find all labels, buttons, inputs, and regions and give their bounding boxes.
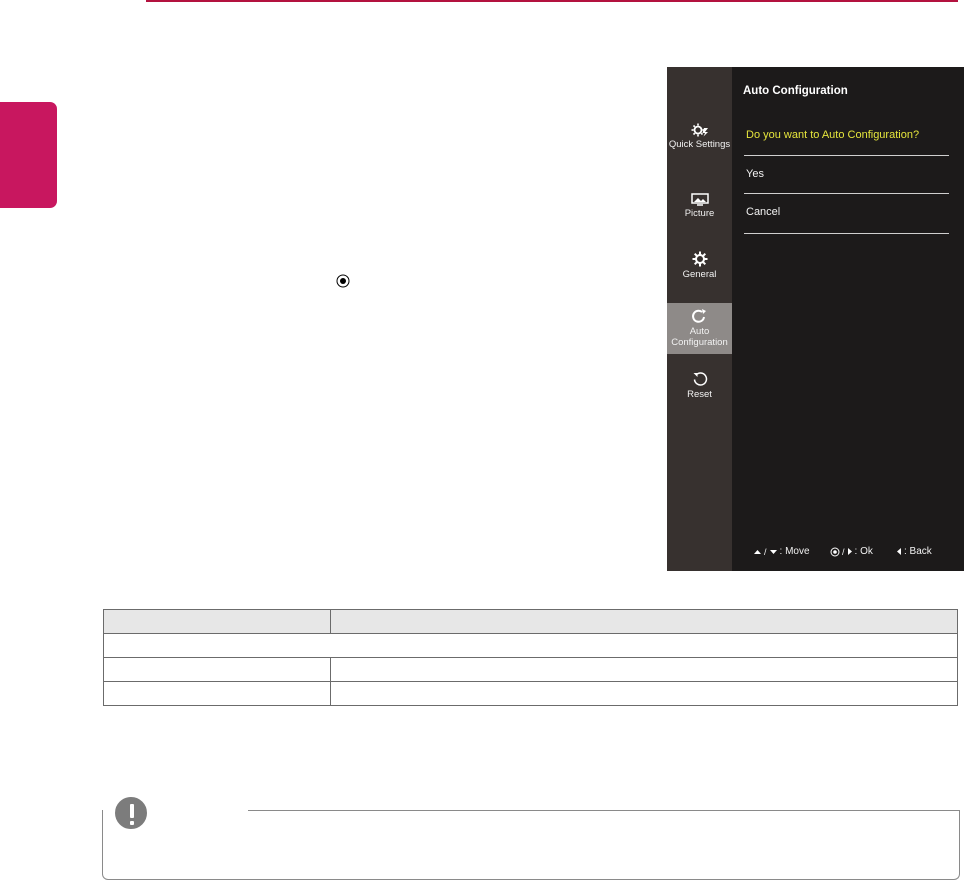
sidebar-item-picture[interactable]: Picture [667, 193, 732, 227]
ok-button-icon [830, 547, 840, 556]
exclamation-note-icon [113, 795, 149, 831]
right-arrow-icon [847, 548, 852, 555]
osd-panel: Auto Configuration Do you want to Auto C… [732, 67, 964, 571]
footer-back: : Back [896, 546, 932, 557]
osd-question: Do you want to Auto Configuration? [746, 129, 920, 141]
table-row [103, 657, 958, 682]
sidebar-item-label: Reset [687, 389, 712, 400]
osd-footer: / : Move / : Ok : Back [732, 546, 964, 560]
picture-icon [690, 193, 709, 206]
footer-move-label: : Move [779, 546, 810, 557]
osd-title: Auto Configuration [743, 85, 848, 97]
table-cell [330, 681, 958, 706]
section-tab [0, 102, 57, 208]
osd-divider [744, 233, 949, 234]
table-row [103, 633, 958, 658]
osd-sidebar: Quick Settings Picture General Auto Conf… [667, 67, 732, 571]
table-cell [103, 681, 331, 706]
sidebar-item-label: Picture [684, 208, 715, 219]
table-cell [103, 633, 958, 658]
quick-settings-icon [691, 123, 708, 137]
sidebar-item-label: General [682, 269, 717, 280]
settings-table [103, 609, 958, 706]
table-row [103, 681, 958, 706]
footer-back-label: : Back [904, 546, 932, 557]
left-arrow-icon [897, 548, 901, 555]
sidebar-item-label: Quick Settings [668, 139, 731, 150]
table-cell [330, 657, 958, 682]
osd-option-yes[interactable]: Yes [746, 168, 764, 180]
sidebar-item-reset[interactable]: Reset [667, 371, 732, 407]
table-header-row [103, 609, 958, 634]
table-header-cell [330, 609, 958, 634]
table-header-cell [103, 609, 331, 634]
osd-menu: Quick Settings Picture General Auto Conf… [667, 67, 964, 571]
note-top-rule [248, 810, 959, 811]
up-arrow-icon [754, 549, 761, 554]
sidebar-item-general[interactable]: General [667, 251, 732, 287]
ok-joystick-icon [336, 274, 350, 288]
gear-icon [692, 251, 707, 267]
sidebar-item-label: Auto Configuration [671, 326, 728, 348]
note-box [102, 810, 960, 880]
osd-divider [744, 155, 949, 156]
osd-divider [744, 193, 949, 194]
footer-ok-label: : Ok [854, 546, 873, 557]
top-rule [146, 0, 958, 2]
footer-move: / : Move [753, 546, 810, 557]
footer-ok: / : Ok [830, 546, 873, 557]
sidebar-item-auto-configuration[interactable]: Auto Configuration [667, 303, 732, 354]
reset-icon [693, 372, 707, 386]
table-cell [103, 657, 331, 682]
auto-configuration-icon [692, 309, 706, 323]
down-arrow-icon [769, 549, 777, 554]
osd-option-cancel[interactable]: Cancel [746, 206, 780, 218]
sidebar-item-quick-settings[interactable]: Quick Settings [667, 123, 732, 169]
